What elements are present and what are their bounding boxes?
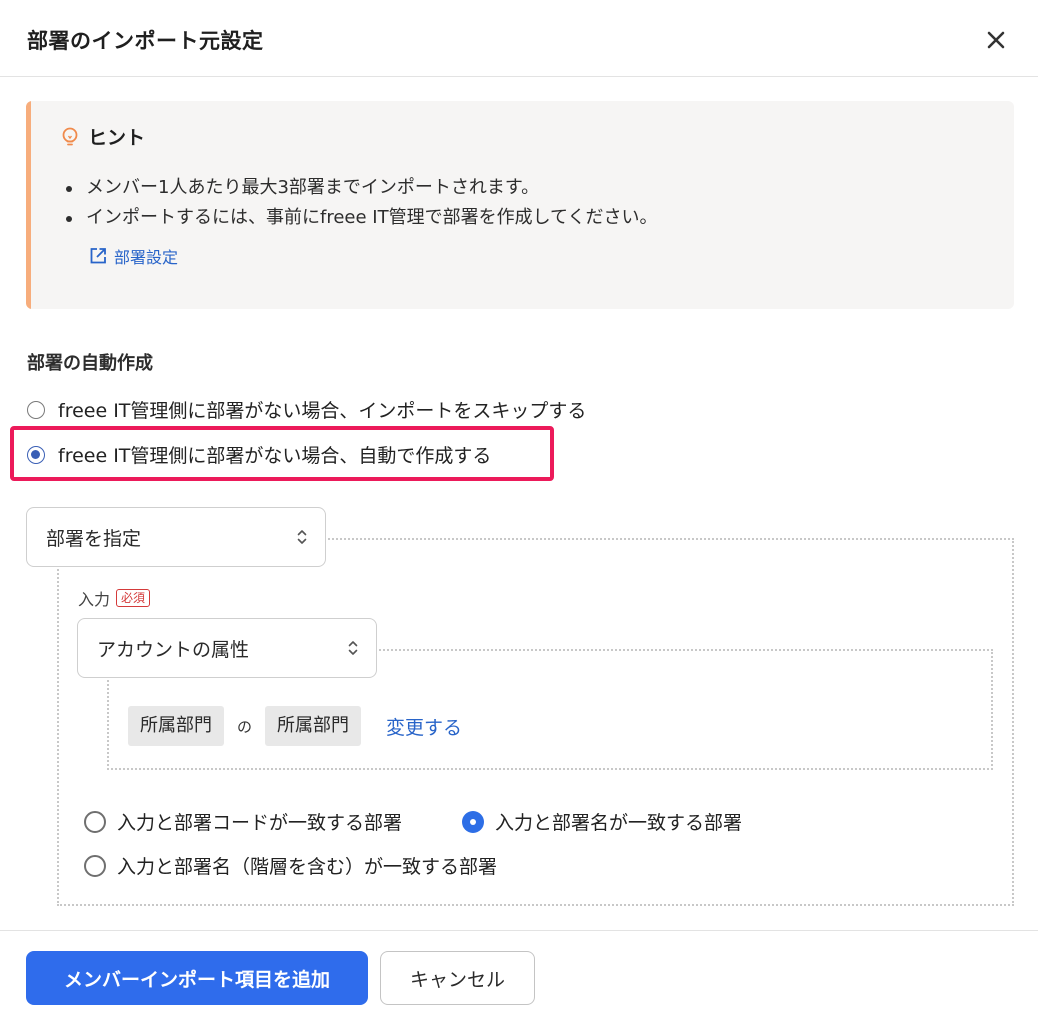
- department-mode-select[interactable]: 部署を指定: [26, 507, 326, 567]
- radio-match-name[interactable]: 入力と部署名が一致する部署: [462, 808, 742, 835]
- hint-item-text: メンバー1人あたり最大3部署までインポートされます。: [86, 177, 540, 198]
- hint-item: インポートするには、事前にfreee IT管理で部署を作成してください。: [66, 203, 658, 233]
- radio-match-code-label: 入力と部署コードが一致する部署: [117, 812, 403, 834]
- chevron-updown-icon: [348, 641, 358, 655]
- radio-skip-option[interactable]: freee IT管理側に部署がない場合、インポートをスキップする: [27, 396, 586, 423]
- external-link-icon: [90, 248, 106, 264]
- radio-match-hierarchy[interactable]: 入力と部署名（階層を含む）が一致する部署: [84, 852, 497, 879]
- radio-match-name-label: 入力と部署名が一致する部署: [495, 812, 743, 834]
- input-label-text: 入力: [78, 590, 111, 609]
- close-icon[interactable]: [980, 24, 1012, 56]
- radio-skip-label: freee IT管理側に部署がない場合、インポートをスキップする: [58, 400, 587, 422]
- cancel-button[interactable]: キャンセル: [380, 951, 535, 1005]
- required-badge: 必須: [116, 589, 151, 607]
- attribute-chip-right: 所属部門: [265, 706, 361, 746]
- dialog-title: 部署のインポート元設定: [27, 29, 264, 53]
- attribute-connector: の: [237, 718, 253, 736]
- radio-button-selected[interactable]: [462, 810, 484, 833]
- department-settings-link-label: 部署設定: [114, 248, 179, 267]
- department-settings-link[interactable]: 部署設定: [88, 244, 178, 268]
- highlight-annotation: [10, 426, 554, 481]
- auto-create-label: 部署の自動作成: [27, 353, 153, 374]
- radio-button[interactable]: [84, 854, 106, 877]
- footer-divider: [0, 930, 1038, 931]
- add-import-item-button[interactable]: メンバーインポート項目を追加: [26, 951, 368, 1005]
- dialog-header: 部署のインポート元設定: [0, 0, 1038, 77]
- hint-accent-bar: [26, 101, 31, 309]
- bullet-icon: [66, 186, 72, 192]
- input-source-select[interactable]: アカウントの属性: [77, 618, 377, 678]
- hint-list: メンバー1人あたり最大3部署までインポートされます。 インポートするには、事前に…: [66, 173, 658, 233]
- hint-item: メンバー1人あたり最大3部署までインポートされます。: [66, 173, 658, 203]
- radio-match-hierarchy-label: 入力と部署名（階層を含む）が一致する部署: [117, 856, 498, 878]
- change-attribute-link[interactable]: 変更する: [386, 713, 462, 740]
- chevron-updown-icon: [297, 530, 307, 544]
- hint-title: ヒント: [88, 127, 146, 149]
- radio-button[interactable]: [84, 810, 106, 833]
- bullet-icon: [66, 216, 72, 222]
- attribute-chip-left: 所属部門: [128, 706, 224, 746]
- input-label: 入力 必須: [78, 586, 151, 610]
- hint-item-text: インポートするには、事前にfreee IT管理で部署を作成してください。: [86, 207, 658, 228]
- input-source-select-value: アカウントの属性: [97, 639, 250, 661]
- radio-match-code[interactable]: 入力と部署コードが一致する部署: [84, 808, 402, 835]
- department-mode-select-value: 部署を指定: [46, 528, 142, 550]
- hint-box: ヒント メンバー1人あたり最大3部署までインポートされます。 インポートするには…: [26, 101, 1014, 309]
- lightbulb-icon: [60, 126, 80, 150]
- radio-button[interactable]: [27, 400, 45, 419]
